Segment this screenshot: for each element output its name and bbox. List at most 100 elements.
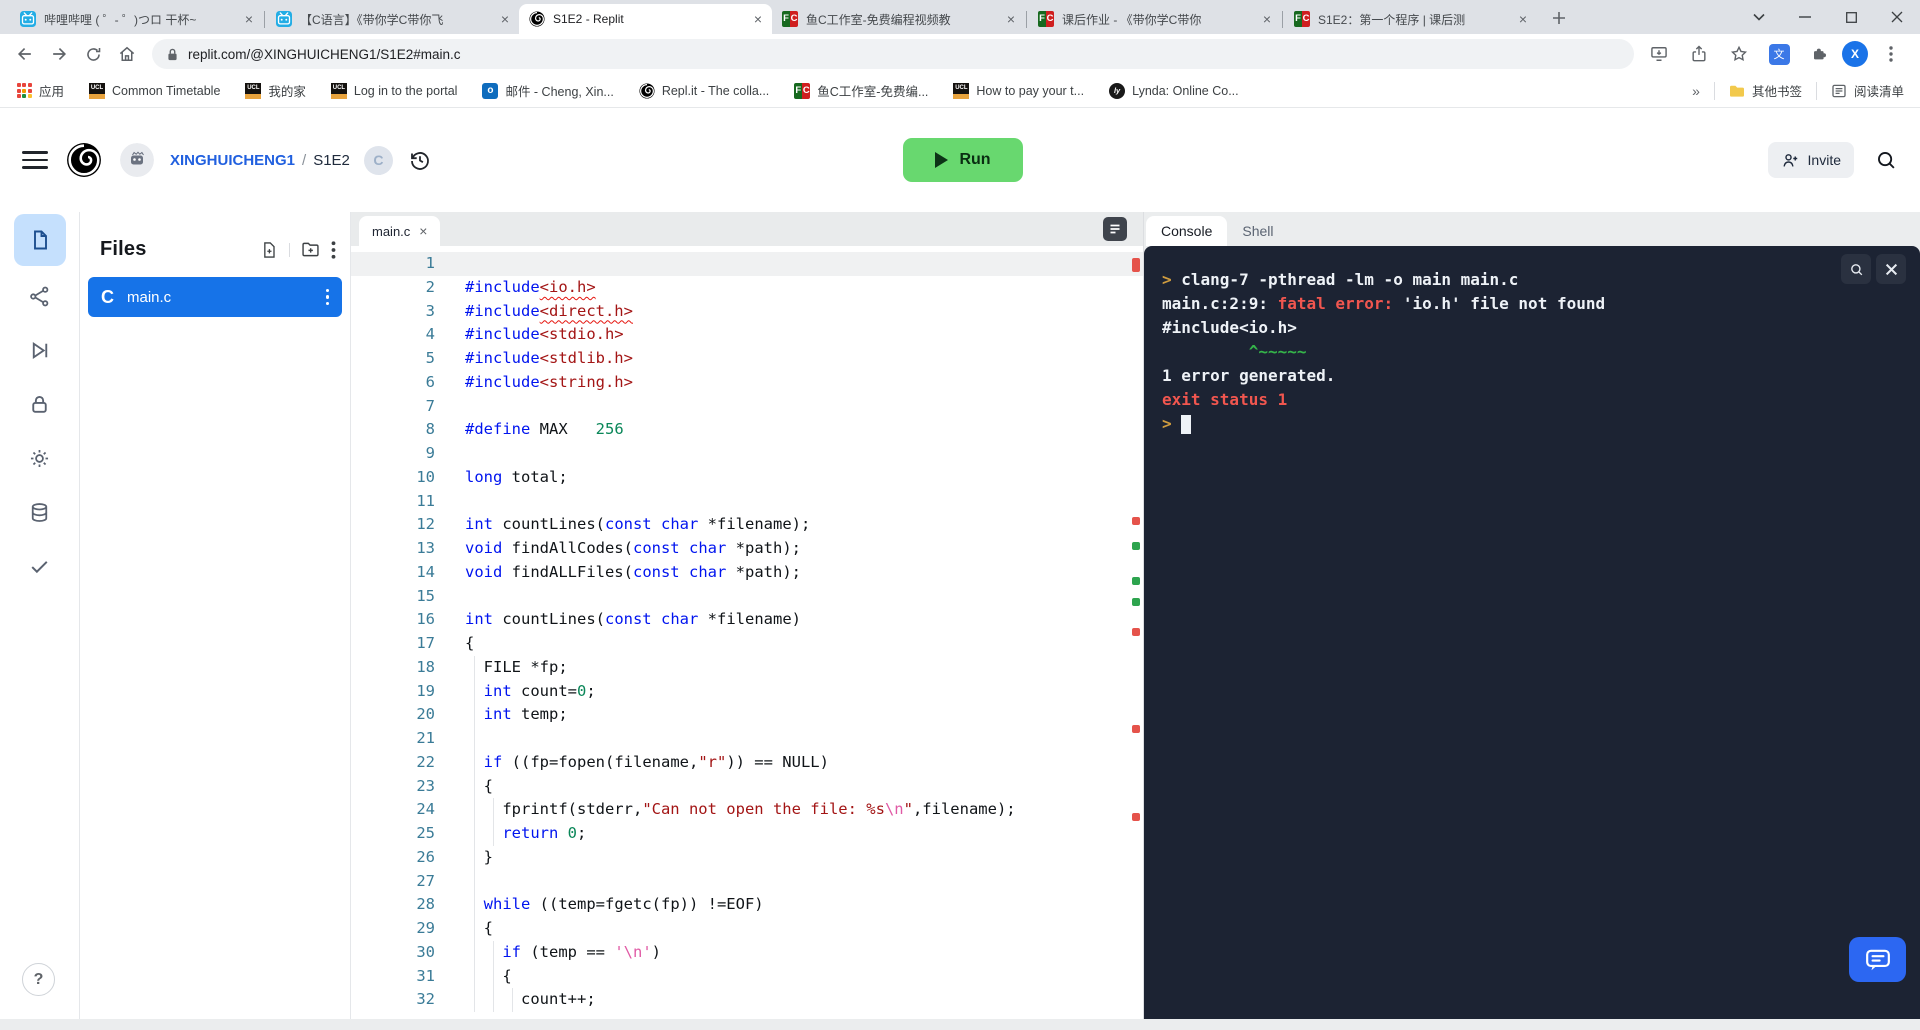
code-line[interactable]: 26 }	[351, 845, 1143, 870]
maximize-button[interactable]	[1828, 0, 1874, 34]
sidebar-item-run-config[interactable]	[13, 323, 67, 377]
browser-tab[interactable]: F C 课后作业 - 《带你学C带你 ×	[1028, 4, 1281, 34]
tab-close-icon[interactable]: ×	[501, 12, 509, 26]
bookmark-item[interactable]: o 邮件 - Cheng, Xin...	[482, 81, 614, 100]
tab-close-icon[interactable]: ×	[1007, 12, 1015, 26]
code-line[interactable]: 4 #include<stdio.h>	[351, 323, 1143, 347]
profile-avatar[interactable]: X	[1842, 41, 1868, 67]
code-line[interactable]: 7	[351, 395, 1143, 419]
add-folder-icon[interactable]	[300, 239, 321, 260]
code-line[interactable]: 30 if (temp == '\n')	[351, 940, 1143, 965]
bookmark-item[interactable]: Repl.it - The colla...	[639, 81, 769, 100]
code-line[interactable]: 15	[351, 585, 1143, 609]
file-row-main.c[interactable]: Cmain.c	[88, 277, 342, 317]
bookmarks-overflow-chevron[interactable]: »	[1692, 83, 1700, 99]
user-avatar[interactable]	[120, 143, 154, 177]
code-line[interactable]: 29 {	[351, 917, 1143, 941]
code-line[interactable]: 5 #include<stdlib.h>	[351, 347, 1143, 371]
new-tab-button[interactable]	[1545, 4, 1573, 32]
browser-tab[interactable]: F C 鱼C工作室-免费编程视频教 ×	[772, 4, 1025, 34]
code-line[interactable]: 6 #include<string.h>	[351, 371, 1143, 395]
add-file-icon[interactable]	[259, 240, 279, 260]
chat-button[interactable]	[1849, 937, 1906, 982]
files-menu-kebab-icon[interactable]	[331, 240, 336, 259]
tab-close-icon[interactable]: ×	[754, 12, 762, 26]
address-bar[interactable]: replit.com/@XINGHUICHENG1/S1E2#main.c	[152, 39, 1634, 69]
reading-list-button[interactable]: 阅读清单	[1831, 81, 1904, 100]
code-line[interactable]: 31 {	[351, 964, 1143, 989]
sidebar-item-checks[interactable]	[13, 539, 67, 593]
project-name[interactable]: S1E2	[313, 152, 350, 169]
code-line[interactable]: 13 void findAllCodes(const char *path);	[351, 537, 1143, 561]
browser-tab[interactable]: F C S1E2：第一个程序 | 课后测 ×	[1284, 4, 1537, 34]
code-line[interactable]: 27	[351, 869, 1143, 894]
bookmark-item[interactable]: UCL How to pay your t...	[953, 81, 1084, 100]
browser-tab[interactable]: 【C语言】《带你学C带你飞 ×	[266, 4, 519, 34]
code-editor[interactable]: 1 2 #include<io.h> 3 #include<direct.h> 4 #inc…	[351, 246, 1143, 1019]
username-link[interactable]: XINGHUICHENG1	[170, 152, 295, 169]
code-line[interactable]: 16 int countLines(const char *filename)	[351, 608, 1143, 632]
code-line[interactable]: 10 long total;	[351, 466, 1143, 490]
sidebar-item-settings[interactable]	[13, 431, 67, 485]
code-line[interactable]: 25 return 0;	[351, 822, 1143, 846]
panel-tab-shell[interactable]: Shell	[1227, 216, 1288, 246]
code-line[interactable]: 24 fprintf(stderr,"Can not open the file…	[351, 798, 1143, 822]
back-button[interactable]	[8, 37, 42, 71]
sidebar-item-version-control[interactable]	[13, 269, 67, 323]
code-line[interactable]: 12 int countLines(const char *filename);	[351, 513, 1143, 537]
minimize-button[interactable]	[1782, 0, 1828, 34]
translate-extension-icon[interactable]: 文	[1762, 37, 1796, 71]
close-window-button[interactable]	[1874, 0, 1920, 34]
file-menu-kebab-icon[interactable]	[325, 288, 329, 306]
console-output[interactable]: > clang-7 -pthread -lm -o main main.c mai…	[1144, 246, 1920, 1019]
hamburger-menu-icon[interactable]	[22, 151, 48, 169]
bookmark-item[interactable]: UCL Log in to the portal	[330, 81, 457, 100]
console-clear-icon[interactable]	[1876, 254, 1906, 284]
tab-search-chevron-icon[interactable]	[1736, 0, 1782, 34]
code-line[interactable]: 1	[351, 252, 1143, 276]
url-text[interactable]: replit.com/@XINGHUICHENG1/S1E2#main.c	[188, 47, 461, 62]
console-search-icon[interactable]	[1841, 254, 1871, 284]
code-line[interactable]: 20 int temp;	[351, 703, 1143, 727]
tab-close-icon[interactable]: ×	[1519, 12, 1527, 26]
sidebar-item-files[interactable]	[13, 214, 66, 266]
bookmark-item[interactable]: 应用	[16, 81, 64, 100]
bookmark-item[interactable]: F C 鱼C工作室-免费编...	[794, 81, 928, 100]
code-line[interactable]: 28 while ((temp=fgetc(fp)) !=EOF)	[351, 893, 1143, 917]
browser-menu-kebab-icon[interactable]	[1874, 37, 1908, 71]
tab-close-icon[interactable]: ×	[1263, 12, 1271, 26]
code-line[interactable]: 18 FILE *fp;	[351, 655, 1143, 680]
bookmark-item[interactable]: UCL 我的家	[245, 81, 306, 100]
code-line[interactable]: 23 {	[351, 774, 1143, 799]
home-button[interactable]	[110, 37, 144, 71]
code-line[interactable]: 21	[351, 727, 1143, 751]
console-layout-icon[interactable]	[1103, 217, 1127, 241]
code-line[interactable]: 14 void findALLFiles(const char *path);	[351, 561, 1143, 585]
code-line[interactable]: 32 count++;	[351, 988, 1143, 1012]
code-line[interactable]: 8 #define MAX 256	[351, 418, 1143, 442]
search-icon[interactable]	[1868, 142, 1904, 178]
other-bookmarks-folder[interactable]: 其他书签	[1729, 81, 1802, 100]
browser-tab[interactable]: S1E2 - Replit ×	[519, 4, 772, 34]
sidebar-item-database[interactable]	[13, 485, 67, 539]
code-line[interactable]: 9	[351, 442, 1143, 466]
bookmark-star-icon[interactable]	[1722, 37, 1756, 71]
tab-close-icon[interactable]: ×	[245, 12, 253, 26]
code-line[interactable]: 22 if ((fp=fopen(filename,"r")) == NULL)	[351, 750, 1143, 775]
code-line[interactable]: 19 int count=0;	[351, 679, 1143, 704]
editor-tab-main-c[interactable]: main.c ×	[359, 216, 441, 246]
reload-button[interactable]	[76, 37, 110, 71]
code-line[interactable]: 17 {	[351, 632, 1143, 656]
extensions-puzzle-icon[interactable]	[1802, 37, 1836, 71]
help-button[interactable]: ?	[22, 963, 55, 996]
install-icon[interactable]	[1642, 37, 1676, 71]
code-line[interactable]: 2 #include<io.h>	[351, 276, 1143, 300]
bookmark-item[interactable]: ly Lynda: Online Co...	[1109, 81, 1239, 100]
run-button[interactable]: Run	[903, 138, 1023, 182]
replit-logo[interactable]	[66, 142, 102, 178]
tab-close-icon[interactable]: ×	[419, 224, 427, 238]
code-line[interactable]: 11	[351, 490, 1143, 514]
share-icon[interactable]	[1682, 37, 1716, 71]
browser-tab[interactable]: 哔哩哔哩 ( ゜- ゜)つロ 干杯~ ×	[10, 4, 263, 34]
bookmark-item[interactable]: UCL Common Timetable	[89, 81, 220, 100]
